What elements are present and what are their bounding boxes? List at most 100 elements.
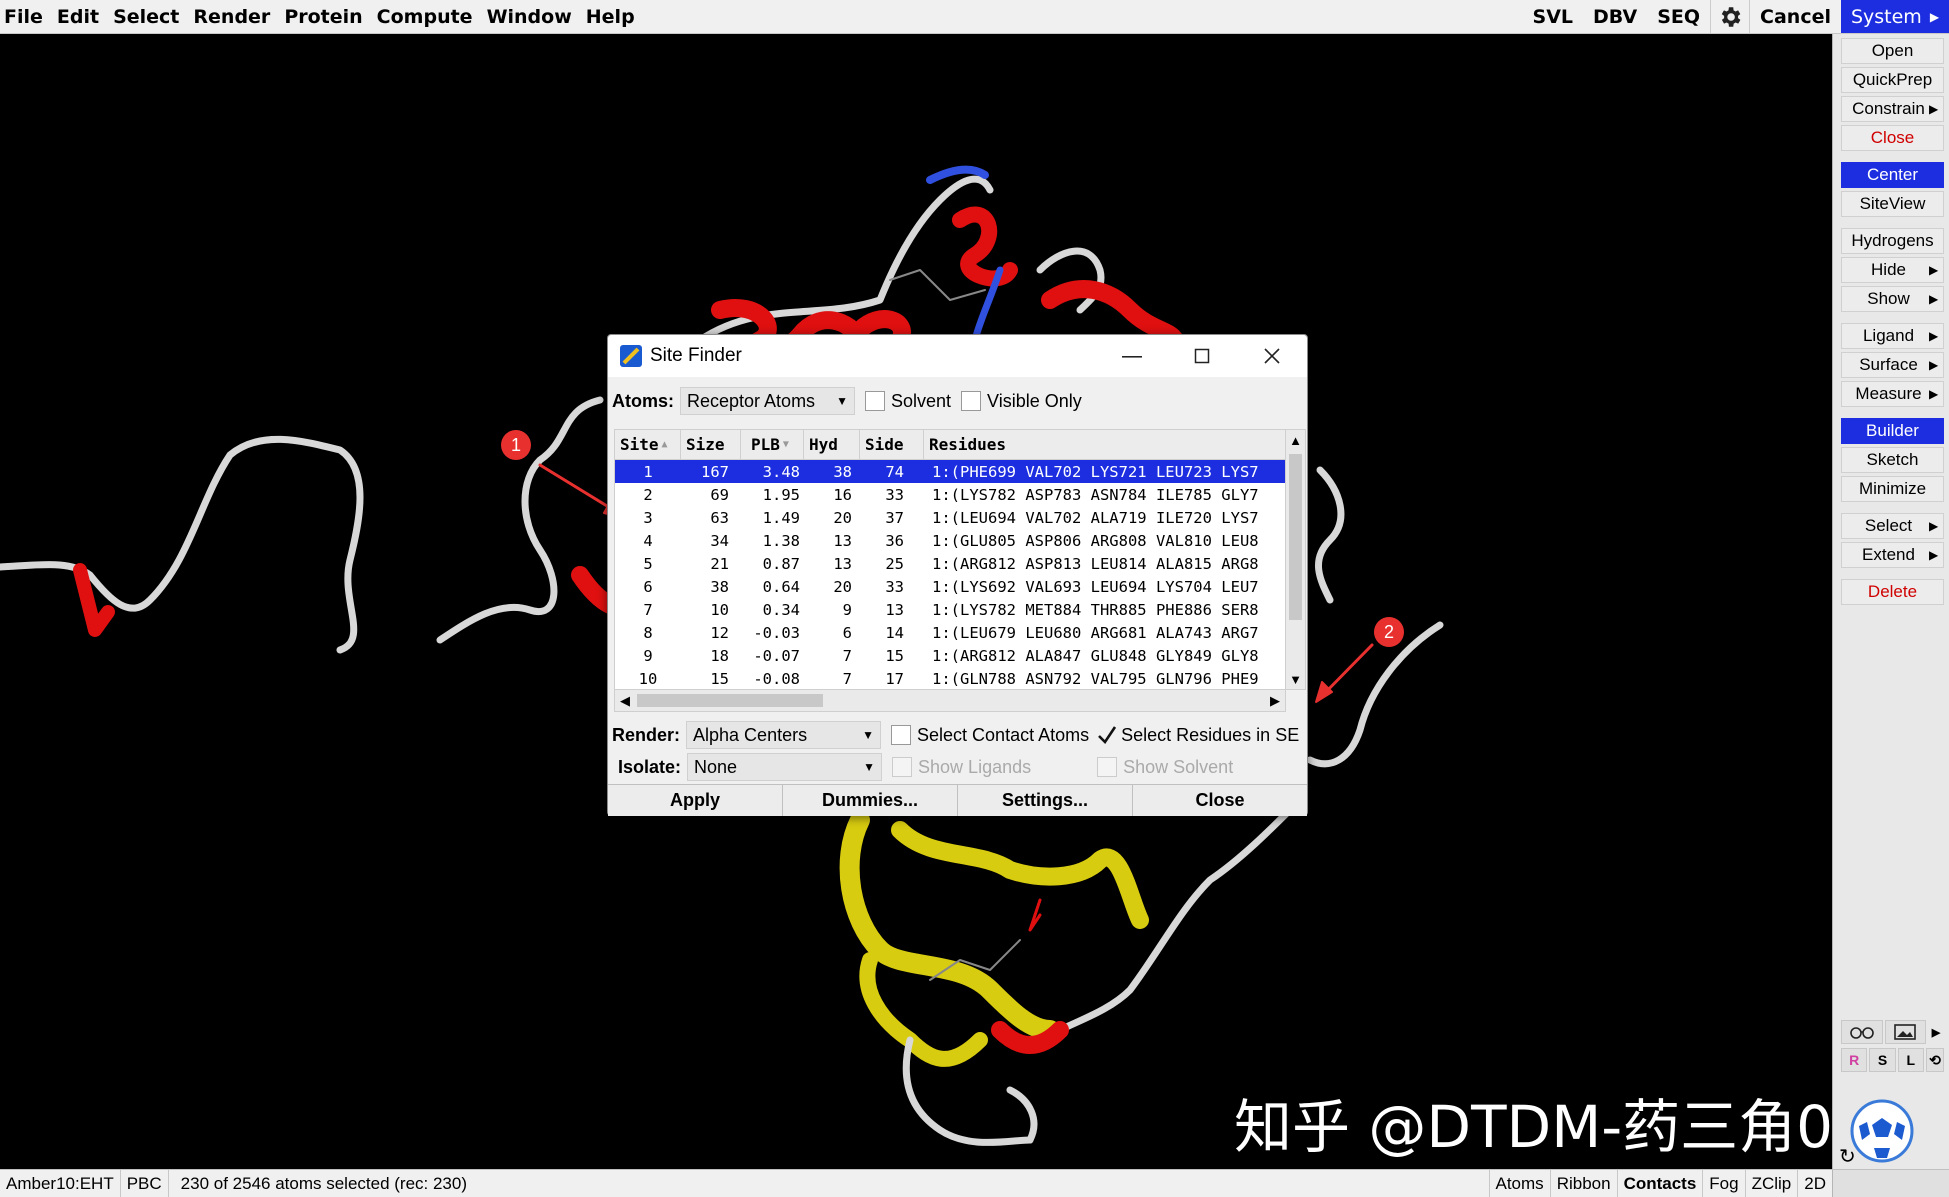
r-toggle[interactable]: R xyxy=(1841,1048,1868,1072)
col-plb[interactable]: PLB ▼ xyxy=(741,430,804,459)
atoms-select-value: Receptor Atoms xyxy=(687,390,816,411)
isolate-select[interactable]: None ▼ xyxy=(687,753,883,781)
sketch-button[interactable]: Sketch xyxy=(1841,447,1944,473)
center-button[interactable]: Center xyxy=(1841,162,1944,188)
dialog-titlebar[interactable]: Site Finder — xyxy=(608,335,1307,377)
zclip-toggle[interactable]: ZClip xyxy=(1744,1170,1798,1197)
ribbon-toggle[interactable]: Ribbon xyxy=(1549,1170,1617,1197)
dbv-button[interactable]: DBV xyxy=(1583,0,1647,33)
table-row[interactable]: 2 69 1.95 16 33 1:(LYS782 ASP783 ASN784 ILE78… xyxy=(615,483,1285,506)
cell-side: 13 xyxy=(885,600,904,619)
delete-button[interactable]: Delete xyxy=(1841,579,1944,605)
svl-button[interactable]: SVL xyxy=(1523,0,1584,33)
open-button[interactable]: Open xyxy=(1841,38,1944,64)
builder-button[interactable]: Builder xyxy=(1841,418,1944,444)
table-row[interactable]: 10 15 -0.08 7 17 1:(GLN788 ASN792 VAL795 GLN7… xyxy=(615,667,1285,689)
2d-toggle[interactable]: 2D xyxy=(1797,1170,1832,1197)
horizontal-scroll-thumb[interactable] xyxy=(637,694,823,707)
hide-button[interactable]: Hide ▶ xyxy=(1841,257,1944,283)
menu-select[interactable]: Select xyxy=(106,0,186,33)
triangle-right-icon[interactable]: ▶ xyxy=(1928,1020,1944,1044)
show-ligands-label: Show Ligands xyxy=(918,756,1032,777)
select-residues-checkbox[interactable] xyxy=(1097,725,1117,745)
render-select[interactable]: Alpha Centers ▼ xyxy=(686,721,882,749)
menu-compute[interactable]: Compute xyxy=(370,0,480,33)
settings-button[interactable]: Settings... xyxy=(958,784,1133,816)
col-hyd[interactable]: Hyd xyxy=(804,430,860,459)
rotate-icon[interactable]: ⟲ xyxy=(1925,1048,1944,1072)
show-button[interactable]: Show ▶ xyxy=(1841,286,1944,312)
cancel-button[interactable]: Cancel xyxy=(1750,0,1841,33)
atoms-select[interactable]: Receptor Atoms ▼ xyxy=(680,387,855,415)
menu-protein[interactable]: Protein xyxy=(277,0,369,33)
panel-close-button[interactable]: Close xyxy=(1841,125,1944,151)
minimize-icon[interactable]: — xyxy=(1097,335,1167,377)
cell-plb: 1.49 xyxy=(762,508,800,527)
surface-button[interactable]: Surface ▶ xyxy=(1841,352,1944,378)
visible-only-checkbox[interactable] xyxy=(961,391,982,411)
table-horizontal-scrollbar[interactable]: ◀ ▶ xyxy=(614,690,1286,712)
scroll-up-icon[interactable]: ▲ xyxy=(1286,430,1305,450)
refresh-icon[interactable]: ↻ xyxy=(1839,1144,1856,1168)
table-row[interactable]: 4 34 1.38 13 36 1:(GLU805 ASP806 ARG808 VAL81… xyxy=(615,529,1285,552)
close-icon[interactable] xyxy=(1237,335,1307,377)
minimize-button[interactable]: Minimize xyxy=(1841,476,1944,502)
gear-icon[interactable] xyxy=(1710,0,1751,33)
table-row[interactable]: 1 167 3.48 38 74 1:(PHE699 VAL702 LYS721 LEU7… xyxy=(615,460,1285,483)
forcefield-indicator[interactable]: Amber10:EHT xyxy=(0,1170,121,1197)
vertical-scroll-thumb[interactable] xyxy=(1289,454,1302,620)
hydrogens-button[interactable]: Hydrogens xyxy=(1841,228,1944,254)
system-button[interactable]: System ▶ xyxy=(1841,0,1949,33)
isolate-label: Isolate: xyxy=(618,756,682,777)
cell-plb: 1.95 xyxy=(762,485,800,504)
scroll-left-icon[interactable]: ◀ xyxy=(615,690,635,711)
dummies-button[interactable]: Dummies... xyxy=(783,784,958,816)
fog-toggle[interactable]: Fog xyxy=(1702,1170,1744,1197)
menu-file[interactable]: File xyxy=(0,0,50,33)
siteview-button[interactable]: SiteView xyxy=(1841,191,1944,217)
col-residues[interactable]: Residues xyxy=(924,430,1285,459)
col-side[interactable]: Side xyxy=(860,430,924,459)
site-table[interactable]: Site ▲ Size PLB ▼ Hyd Side Residues 1 167 3.… xyxy=(614,429,1286,690)
show-solvent-checkbox[interactable] xyxy=(1097,757,1118,777)
cell-residues: 1:(GLN788 ASN792 VAL795 GLN796 PHE9 xyxy=(932,669,1259,688)
menu-render[interactable]: Render xyxy=(186,0,277,33)
table-row[interactable]: 7 10 0.34 9 13 1:(LYS782 MET884 THR885 PHE886… xyxy=(615,598,1285,621)
scroll-right-icon[interactable]: ▶ xyxy=(1265,690,1285,711)
apply-button[interactable]: Apply xyxy=(608,784,783,816)
seq-button[interactable]: SEQ xyxy=(1647,0,1710,33)
pbc-indicator[interactable]: PBC xyxy=(121,1170,169,1197)
picture-icon[interactable] xyxy=(1884,1020,1926,1044)
col-site[interactable]: Site ▲ xyxy=(615,430,681,459)
menu-edit[interactable]: Edit xyxy=(50,0,106,33)
dialog-close-button[interactable]: Close xyxy=(1133,784,1307,816)
table-row[interactable]: 8 12 -0.03 6 14 1:(LEU679 LEU680 ARG681 ALA74… xyxy=(615,621,1285,644)
contacts-toggle[interactable]: Contacts xyxy=(1616,1170,1703,1197)
table-row[interactable]: 9 18 -0.07 7 15 1:(ARG812 ALA847 GLU848 GLY84… xyxy=(615,644,1285,667)
ligand-button[interactable]: Ligand ▶ xyxy=(1841,323,1944,349)
table-row[interactable]: 5 21 0.87 13 25 1:(ARG812 ASP813 LEU814 ALA81… xyxy=(615,552,1285,575)
atoms-toggle[interactable]: Atoms xyxy=(1488,1170,1550,1197)
cell-hyd: 20 xyxy=(833,577,852,596)
extend-button[interactable]: Extend ▶ xyxy=(1841,542,1944,568)
select-button[interactable]: Select ▶ xyxy=(1841,513,1944,539)
stereo-glasses-icon[interactable] xyxy=(1841,1020,1883,1044)
rotation-globe-icon[interactable] xyxy=(1847,1096,1917,1171)
scroll-down-icon[interactable]: ▼ xyxy=(1286,669,1305,689)
quickprep-button[interactable]: QuickPrep xyxy=(1841,67,1944,93)
menu-window[interactable]: Window xyxy=(480,0,579,33)
show-ligands-checkbox[interactable] xyxy=(892,757,913,777)
caret-down-icon: ▼ xyxy=(863,760,876,774)
s-toggle[interactable]: S xyxy=(1869,1048,1896,1072)
measure-button[interactable]: Measure ▶ xyxy=(1841,381,1944,407)
col-size[interactable]: Size xyxy=(681,430,741,459)
table-vertical-scrollbar[interactable]: ▲ ▼ xyxy=(1286,429,1306,690)
table-row[interactable]: 6 38 0.64 20 33 1:(LYS692 VAL693 LEU694 LYS70… xyxy=(615,575,1285,598)
l-toggle[interactable]: L xyxy=(1897,1048,1924,1072)
table-row[interactable]: 3 63 1.49 20 37 1:(LEU694 VAL702 ALA719 ILE72… xyxy=(615,506,1285,529)
menu-help[interactable]: Help xyxy=(579,0,642,33)
solvent-checkbox[interactable] xyxy=(865,391,885,411)
maximize-icon[interactable] xyxy=(1167,335,1237,377)
select-contact-atoms-checkbox[interactable] xyxy=(891,725,912,745)
constrain-button[interactable]: Constrain ▶ xyxy=(1841,96,1944,122)
